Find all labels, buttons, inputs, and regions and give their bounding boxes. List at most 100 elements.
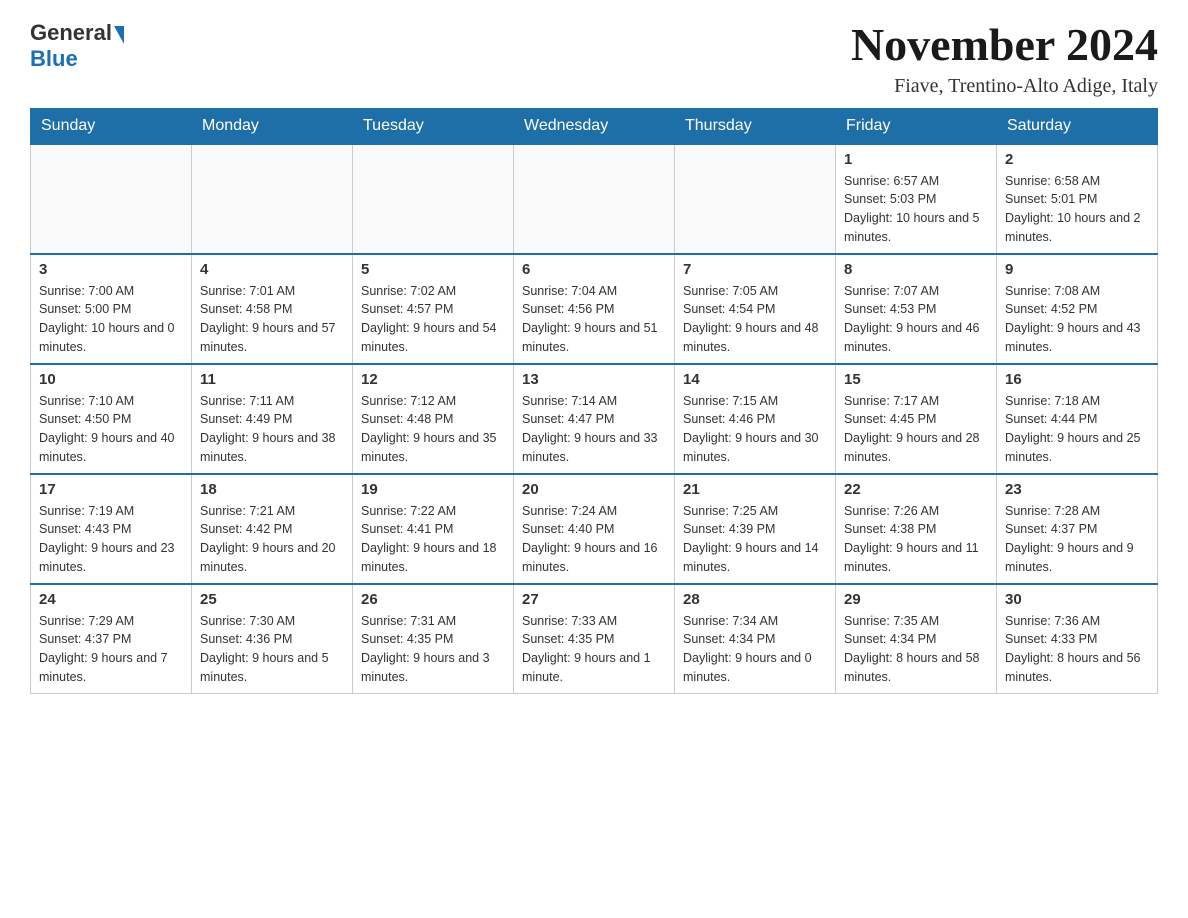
calendar-cell: 6 Sunrise: 7:04 AM Sunset: 4:56 PM Daylig… [514,254,675,364]
calendar-cell: 26 Sunrise: 7:31 AM Sunset: 4:35 PM Dayli… [353,584,514,694]
day-number: 24 [39,591,183,608]
day-info: Sunrise: 7:18 AM Sunset: 4:44 PM Dayligh… [1005,392,1149,467]
calendar-cell: 23 Sunrise: 7:28 AM Sunset: 4:37 PM Dayli… [997,474,1158,584]
day-info: Sunrise: 7:28 AM Sunset: 4:37 PM Dayligh… [1005,502,1149,577]
day-info: Sunrise: 7:33 AM Sunset: 4:35 PM Dayligh… [522,612,666,687]
calendar-cell: 14 Sunrise: 7:15 AM Sunset: 4:46 PM Dayli… [675,364,836,474]
day-info: Sunrise: 7:24 AM Sunset: 4:40 PM Dayligh… [522,502,666,577]
calendar-cell: 2 Sunrise: 6:58 AM Sunset: 5:01 PM Daylig… [997,144,1158,254]
day-info: Sunrise: 7:02 AM Sunset: 4:57 PM Dayligh… [361,282,505,357]
logo: General Blue [30,20,124,72]
day-info: Sunrise: 7:25 AM Sunset: 4:39 PM Dayligh… [683,502,827,577]
calendar-cell: 24 Sunrise: 7:29 AM Sunset: 4:37 PM Dayli… [31,584,192,694]
day-number: 2 [1005,151,1149,168]
day-info: Sunrise: 7:34 AM Sunset: 4:34 PM Dayligh… [683,612,827,687]
calendar-cell: 9Sunrise: 7:08 AM Sunset: 4:52 PM Daylig… [997,254,1158,364]
calendar-cell: 7Sunrise: 7:05 AM Sunset: 4:54 PM Daylig… [675,254,836,364]
day-number: 10 [39,371,183,388]
day-info: Sunrise: 7:26 AM Sunset: 4:38 PM Dayligh… [844,502,988,577]
calendar-cell: 13 Sunrise: 7:14 AM Sunset: 4:47 PM Dayli… [514,364,675,474]
calendar-week-row: 17 Sunrise: 7:19 AM Sunset: 4:43 PM Dayli… [31,474,1158,584]
day-info: Sunrise: 7:15 AM Sunset: 4:46 PM Dayligh… [683,392,827,467]
day-number: 8 [844,261,988,278]
day-number: 15 [844,371,988,388]
day-info: Sunrise: 7:19 AM Sunset: 4:43 PM Dayligh… [39,502,183,577]
calendar-cell: 25Sunrise: 7:30 AM Sunset: 4:36 PM Dayli… [192,584,353,694]
day-info: Sunrise: 7:30 AM Sunset: 4:36 PM Dayligh… [200,612,344,687]
calendar-cell: 10 Sunrise: 7:10 AM Sunset: 4:50 PM Dayli… [31,364,192,474]
month-title: November 2024 [851,20,1158,71]
calendar-header-monday: Monday [192,108,353,144]
day-info: Sunrise: 7:21 AM Sunset: 4:42 PM Dayligh… [200,502,344,577]
calendar-week-row: 3Sunrise: 7:00 AM Sunset: 5:00 PM Daylig… [31,254,1158,364]
day-info: Sunrise: 7:01 AM Sunset: 4:58 PM Dayligh… [200,282,344,357]
logo-general-text: General [30,20,112,46]
day-number: 18 [200,481,344,498]
day-number: 23 [1005,481,1149,498]
calendar-header-thursday: Thursday [675,108,836,144]
calendar-cell: 30 Sunrise: 7:36 AM Sunset: 4:33 PM Dayli… [997,584,1158,694]
day-info: Sunrise: 7:04 AM Sunset: 4:56 PM Dayligh… [522,282,666,357]
title-block: November 2024 Fiave, Trentino-Alto Adige… [851,20,1158,98]
day-info: Sunrise: 7:07 AM Sunset: 4:53 PM Dayligh… [844,282,988,357]
day-info: Sunrise: 7:29 AM Sunset: 4:37 PM Dayligh… [39,612,183,687]
calendar-cell: 5Sunrise: 7:02 AM Sunset: 4:57 PM Daylig… [353,254,514,364]
day-info: Sunrise: 6:58 AM Sunset: 5:01 PM Dayligh… [1005,172,1149,247]
calendar-cell: 27 Sunrise: 7:33 AM Sunset: 4:35 PM Dayli… [514,584,675,694]
calendar-week-row: 24 Sunrise: 7:29 AM Sunset: 4:37 PM Dayli… [31,584,1158,694]
calendar-cell [31,144,192,254]
calendar-cell [514,144,675,254]
day-info: Sunrise: 7:17 AM Sunset: 4:45 PM Dayligh… [844,392,988,467]
calendar-cell: 17 Sunrise: 7:19 AM Sunset: 4:43 PM Dayli… [31,474,192,584]
calendar-header-friday: Friday [836,108,997,144]
day-number: 6 [522,261,666,278]
calendar-header-row: SundayMondayTuesdayWednesdayThursdayFrid… [31,108,1158,144]
day-number: 17 [39,481,183,498]
day-number: 22 [844,481,988,498]
calendar-cell [353,144,514,254]
calendar-cell: 15 Sunrise: 7:17 AM Sunset: 4:45 PM Dayli… [836,364,997,474]
day-number: 30 [1005,591,1149,608]
day-number: 14 [683,371,827,388]
calendar-header-saturday: Saturday [997,108,1158,144]
calendar-cell: 18 Sunrise: 7:21 AM Sunset: 4:42 PM Dayli… [192,474,353,584]
day-info: Sunrise: 7:14 AM Sunset: 4:47 PM Dayligh… [522,392,666,467]
day-number: 20 [522,481,666,498]
logo-text: General Blue [30,20,124,72]
calendar-header-wednesday: Wednesday [514,108,675,144]
calendar-cell: 21Sunrise: 7:25 AM Sunset: 4:39 PM Dayli… [675,474,836,584]
day-info: Sunrise: 7:31 AM Sunset: 4:35 PM Dayligh… [361,612,505,687]
day-info: Sunrise: 7:36 AM Sunset: 4:33 PM Dayligh… [1005,612,1149,687]
day-number: 16 [1005,371,1149,388]
day-info: Sunrise: 7:05 AM Sunset: 4:54 PM Dayligh… [683,282,827,357]
day-number: 4 [200,261,344,278]
location-title: Fiave, Trentino-Alto Adige, Italy [851,75,1158,98]
day-number: 19 [361,481,505,498]
day-info: Sunrise: 7:35 AM Sunset: 4:34 PM Dayligh… [844,612,988,687]
calendar-header-sunday: Sunday [31,108,192,144]
day-info: Sunrise: 7:11 AM Sunset: 4:49 PM Dayligh… [200,392,344,467]
day-number: 1 [844,151,988,168]
day-number: 11 [200,371,344,388]
day-number: 13 [522,371,666,388]
day-number: 26 [361,591,505,608]
day-number: 3 [39,261,183,278]
day-info: Sunrise: 7:10 AM Sunset: 4:50 PM Dayligh… [39,392,183,467]
calendar-week-row: 10 Sunrise: 7:10 AM Sunset: 4:50 PM Dayli… [31,364,1158,474]
day-info: Sunrise: 7:22 AM Sunset: 4:41 PM Dayligh… [361,502,505,577]
calendar-cell: 12Sunrise: 7:12 AM Sunset: 4:48 PM Dayli… [353,364,514,474]
day-info: Sunrise: 7:08 AM Sunset: 4:52 PM Dayligh… [1005,282,1149,357]
calendar-cell: 29Sunrise: 7:35 AM Sunset: 4:34 PM Dayli… [836,584,997,694]
calendar-cell: 8 Sunrise: 7:07 AM Sunset: 4:53 PM Daylig… [836,254,997,364]
calendar-table: SundayMondayTuesdayWednesdayThursdayFrid… [30,108,1158,694]
calendar-cell: 1Sunrise: 6:57 AM Sunset: 5:03 PM Daylig… [836,144,997,254]
calendar-cell: 22 Sunrise: 7:26 AM Sunset: 4:38 PM Dayli… [836,474,997,584]
calendar-cell [675,144,836,254]
calendar-cell: 19 Sunrise: 7:22 AM Sunset: 4:41 PM Dayli… [353,474,514,584]
calendar-cell [192,144,353,254]
calendar-cell: 28Sunrise: 7:34 AM Sunset: 4:34 PM Dayli… [675,584,836,694]
day-number: 27 [522,591,666,608]
calendar-cell: 20 Sunrise: 7:24 AM Sunset: 4:40 PM Dayli… [514,474,675,584]
logo-blue-text: Blue [30,46,78,72]
calendar-cell: 11 Sunrise: 7:11 AM Sunset: 4:49 PM Dayli… [192,364,353,474]
